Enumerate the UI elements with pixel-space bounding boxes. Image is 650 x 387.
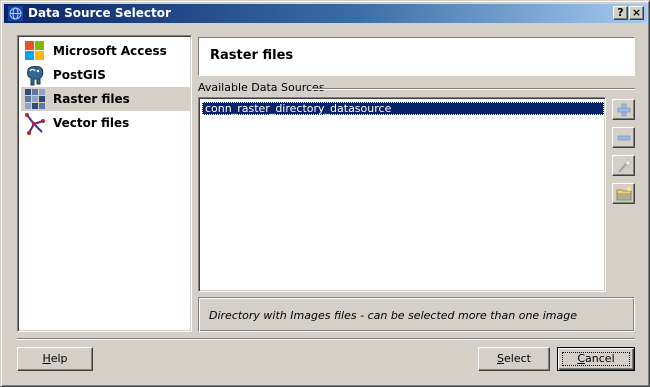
title-help-button[interactable]: ? <box>613 6 628 20</box>
help-button-label: Help <box>42 352 68 365</box>
select-button[interactable]: Select <box>478 347 550 371</box>
postgis-elephant-icon <box>24 65 46 86</box>
available-datasources-list[interactable]: conn_raster_directory_datasource <box>198 97 606 292</box>
groupbox-divider <box>312 88 635 90</box>
datasource-type-list[interactable]: Microsoft Access PostGIS Raster files Ve… <box>17 35 192 332</box>
add-datasource-button[interactable] <box>612 99 635 120</box>
raster-grid-icon <box>24 89 46 109</box>
vector-files-icon <box>24 113 46 135</box>
title-bar[interactable]: Data Source Selector ? × <box>4 4 647 23</box>
footer-separator <box>17 338 635 340</box>
page-title: Raster files <box>210 48 294 63</box>
list-item-label: Vector files <box>53 116 130 130</box>
list-item[interactable]: conn_raster_directory_datasource <box>202 102 604 115</box>
help-button[interactable]: Help <box>17 347 93 371</box>
app-globe-icon <box>8 6 23 21</box>
datasource-description: Directory with Images files - can be sel… <box>209 309 577 322</box>
list-item-microsoft-access[interactable]: Microsoft Access <box>21 39 190 63</box>
window-title: Data Source Selector <box>28 6 171 20</box>
datasource-description-panel: Directory with Images files - can be sel… <box>198 297 635 332</box>
open-directory-button[interactable] <box>612 183 635 204</box>
list-item-postgis[interactable]: PostGIS <box>21 63 190 87</box>
list-item-vector-files[interactable]: Vector files <box>21 111 190 135</box>
microsoft-access-icon <box>24 41 46 61</box>
list-item-label: PostGIS <box>53 68 106 82</box>
select-button-label: Select <box>497 352 531 365</box>
list-item-raster-files[interactable]: Raster files <box>21 87 190 111</box>
dialog-window: Data Source Selector ? × Microsoft Acces… <box>0 0 650 387</box>
list-item-label: Microsoft Access <box>53 44 167 58</box>
cancel-button[interactable]: Cancel <box>557 347 635 371</box>
edit-datasource-button[interactable] <box>612 155 635 176</box>
available-datasources-label: Available Data Sources <box>198 81 325 94</box>
title-close-button[interactable]: × <box>629 6 644 20</box>
list-item-label: Raster files <box>53 92 130 106</box>
cancel-button-label: Cancel <box>577 352 615 365</box>
datasource-header-panel: Raster files <box>198 37 635 76</box>
remove-datasource-button[interactable] <box>612 127 635 148</box>
